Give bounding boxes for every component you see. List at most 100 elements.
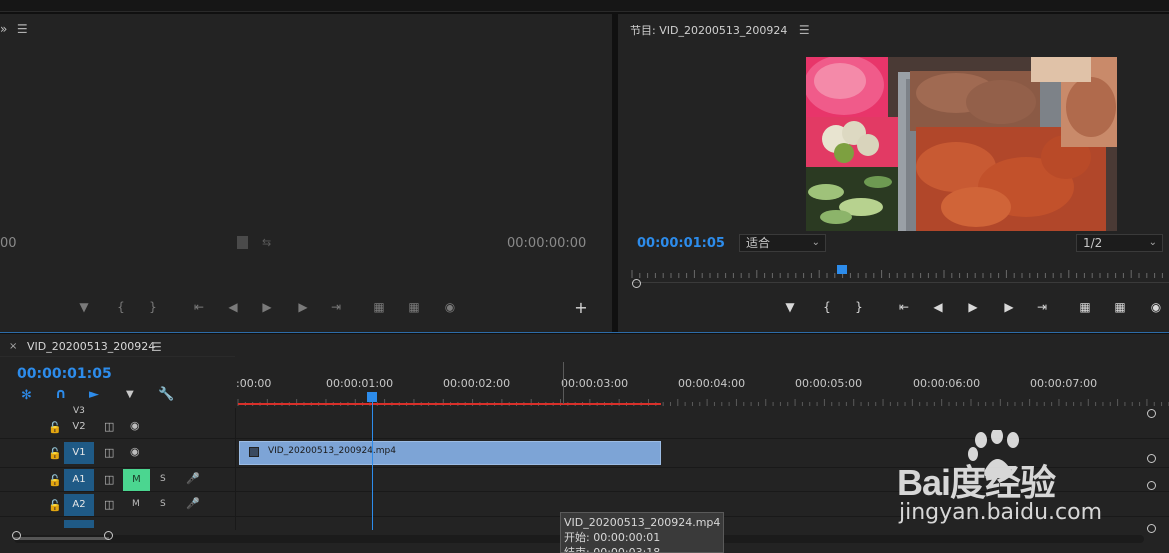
render-bar	[238, 403, 661, 405]
export-frame-icon[interactable]: ◉	[1147, 300, 1165, 314]
source-settings-icon[interactable]	[237, 236, 248, 249]
step-forward-icon[interactable]: ▶	[1000, 300, 1018, 314]
source-timecode-in: 00	[0, 236, 17, 251]
button-editor-plus-icon[interactable]: +	[572, 298, 590, 317]
mute-button[interactable]: M	[123, 469, 150, 491]
mark-out-icon[interactable]: }	[850, 300, 868, 314]
horizontal-scroll-thumb[interactable]	[14, 537, 109, 540]
microphone-icon[interactable]: 🎤	[186, 497, 200, 510]
horizontal-scroll-right-handle[interactable]	[104, 531, 113, 540]
overwrite-icon[interactable]: ▦	[405, 300, 423, 314]
ruler-label: 00:00:07:00	[1030, 377, 1098, 390]
mark-in-icon[interactable]: {	[818, 300, 836, 314]
sync-lock-icon[interactable]: ◫	[104, 473, 114, 486]
play-icon[interactable]: ▶	[258, 300, 276, 314]
vertical-scroll-handle-low[interactable]	[1147, 481, 1156, 490]
work-area-marker	[563, 362, 564, 404]
lock-icon[interactable]: 🔓	[48, 499, 62, 512]
sync-lock-icon[interactable]: ◫	[104, 420, 114, 433]
step-forward-icon[interactable]: ▶	[294, 300, 312, 314]
go-to-out-icon[interactable]: ⇥	[1033, 300, 1051, 314]
add-marker-icon[interactable]: ▼	[126, 389, 134, 400]
vertical-scroll-handle-top[interactable]	[1147, 409, 1156, 418]
insert-icon[interactable]: ▦	[370, 300, 388, 314]
timeline-playhead-line[interactable]	[372, 400, 373, 530]
extract-icon[interactable]: ▦	[1111, 300, 1129, 314]
ruler-label: 00:00:04:00	[678, 377, 746, 390]
go-to-out-icon[interactable]: ⇥	[327, 300, 345, 314]
resolution-dropdown[interactable]: 1/2 ⌄	[1076, 234, 1163, 252]
clip-name: VID_20200513_200924.mp4	[268, 446, 396, 456]
track-label-a3-partial	[64, 520, 94, 528]
ruler-label: 00:00:01:00	[326, 377, 394, 390]
ruler-label: 00:00:05:00	[795, 377, 863, 390]
video-clip[interactable]: VID_20200513_200924.mp4	[239, 441, 661, 465]
track-label-v1[interactable]: V1	[64, 442, 94, 464]
chevron-down-icon: ⌄	[1148, 237, 1157, 248]
solo-button[interactable]: S	[160, 474, 166, 484]
ruler-label: :00:00	[236, 377, 272, 390]
source-monitor-panel: » ☰ 00 ⇆ 00:00:00:00 ▼ { } ⇤ ◀ ▶ ▶ ⇥ ▦ ▦…	[0, 14, 612, 332]
chevron-down-icon: ⌄	[811, 237, 820, 248]
program-video-frame	[806, 57, 1117, 231]
marker-icon[interactable]: ▼	[781, 300, 799, 314]
watermark-brand: Bai度经验	[897, 462, 1056, 503]
lock-icon[interactable]: 🔓	[48, 421, 62, 434]
timeline-timecode[interactable]: 00:00:01:05	[17, 366, 112, 382]
program-playhead[interactable]	[837, 265, 847, 274]
clip-fx-icon	[249, 447, 259, 457]
go-to-in-icon[interactable]: ⇤	[895, 300, 913, 314]
fit-dropdown[interactable]: 适合 ⌄	[739, 234, 826, 252]
lock-icon[interactable]: 🔓	[48, 447, 62, 460]
source-dropin-icon[interactable]: ⇆	[262, 236, 271, 249]
lock-icon[interactable]: 🔓	[48, 474, 62, 487]
eye-icon[interactable]: ◉	[130, 419, 140, 432]
program-monitor-panel: 节目: VID_20200513_200924 ☰ 00:00:01:05 适合…	[618, 14, 1169, 332]
ruler-label: 00:00:06:00	[913, 377, 981, 390]
track-label-a2[interactable]: A2	[64, 494, 94, 516]
panel-divider[interactable]	[0, 332, 1169, 333]
mark-in-icon[interactable]: {	[112, 300, 130, 314]
vertical-scroll-handle-bottom[interactable]	[1147, 524, 1156, 533]
panel-menu-icon[interactable]: ☰	[17, 22, 28, 36]
watermark-url: jingyan.baidu.com	[899, 500, 1103, 525]
ruler-ticks	[631, 270, 1163, 278]
horizontal-scroll-left-handle[interactable]	[12, 531, 21, 540]
sync-lock-icon[interactable]: ◫	[104, 498, 114, 511]
timeline-close-icon[interactable]: ×	[9, 341, 17, 352]
ruler-label: 00:00:02:00	[443, 377, 511, 390]
program-scroll-track	[632, 282, 1169, 283]
snap-icon[interactable]: ∩	[55, 386, 66, 402]
mute-button[interactable]: M	[132, 499, 140, 509]
clip-tooltip: VID_20200513_200924.mp4 开始: 00:00:00:01 …	[560, 512, 724, 553]
source-panel-title: » ☰	[0, 22, 28, 36]
timeline-tab-title[interactable]: VID_20200513_200924	[27, 340, 155, 353]
go-to-in-icon[interactable]: ⇤	[190, 300, 208, 314]
step-back-icon[interactable]: ◀	[224, 300, 242, 314]
tooltip-clip-name: VID_20200513_200924.mp4	[564, 516, 721, 529]
track-label-v2[interactable]: V2	[64, 416, 94, 438]
program-mini-ruler[interactable]	[630, 268, 1169, 278]
wrench-icon[interactable]: 🔧	[158, 387, 174, 402]
step-back-icon[interactable]: ◀	[929, 300, 947, 314]
eye-icon[interactable]: ◉	[130, 445, 140, 458]
microphone-icon[interactable]: 🎤	[186, 472, 200, 485]
panel-menu-icon[interactable]: ☰	[799, 23, 810, 37]
top-bar	[0, 0, 1169, 12]
export-frame-icon[interactable]: ◉	[441, 300, 459, 314]
solo-button[interactable]: S	[160, 499, 166, 509]
nest-sequence-icon[interactable]: ✻	[21, 388, 32, 403]
play-icon[interactable]: ▶	[964, 300, 982, 314]
sync-lock-icon[interactable]: ◫	[104, 446, 114, 459]
baidu-watermark: Bai度经验 jingyan.baidu.com	[895, 428, 1115, 530]
mark-out-icon[interactable]: }	[144, 300, 162, 314]
track-label-a1[interactable]: A1	[64, 469, 94, 491]
program-zoom-handle[interactable]	[632, 279, 641, 288]
marker-icon[interactable]: ▼	[75, 300, 93, 314]
linked-selection-icon[interactable]: ►	[89, 387, 99, 402]
lift-icon[interactable]: ▦	[1076, 300, 1094, 314]
vertical-scroll-handle-mid[interactable]	[1147, 454, 1156, 463]
panel-menu-icon[interactable]: ☰	[151, 340, 162, 354]
program-timecode[interactable]: 00:00:01:05	[637, 236, 725, 251]
tooltip-start: 开始: 00:00:00:01	[564, 531, 661, 544]
